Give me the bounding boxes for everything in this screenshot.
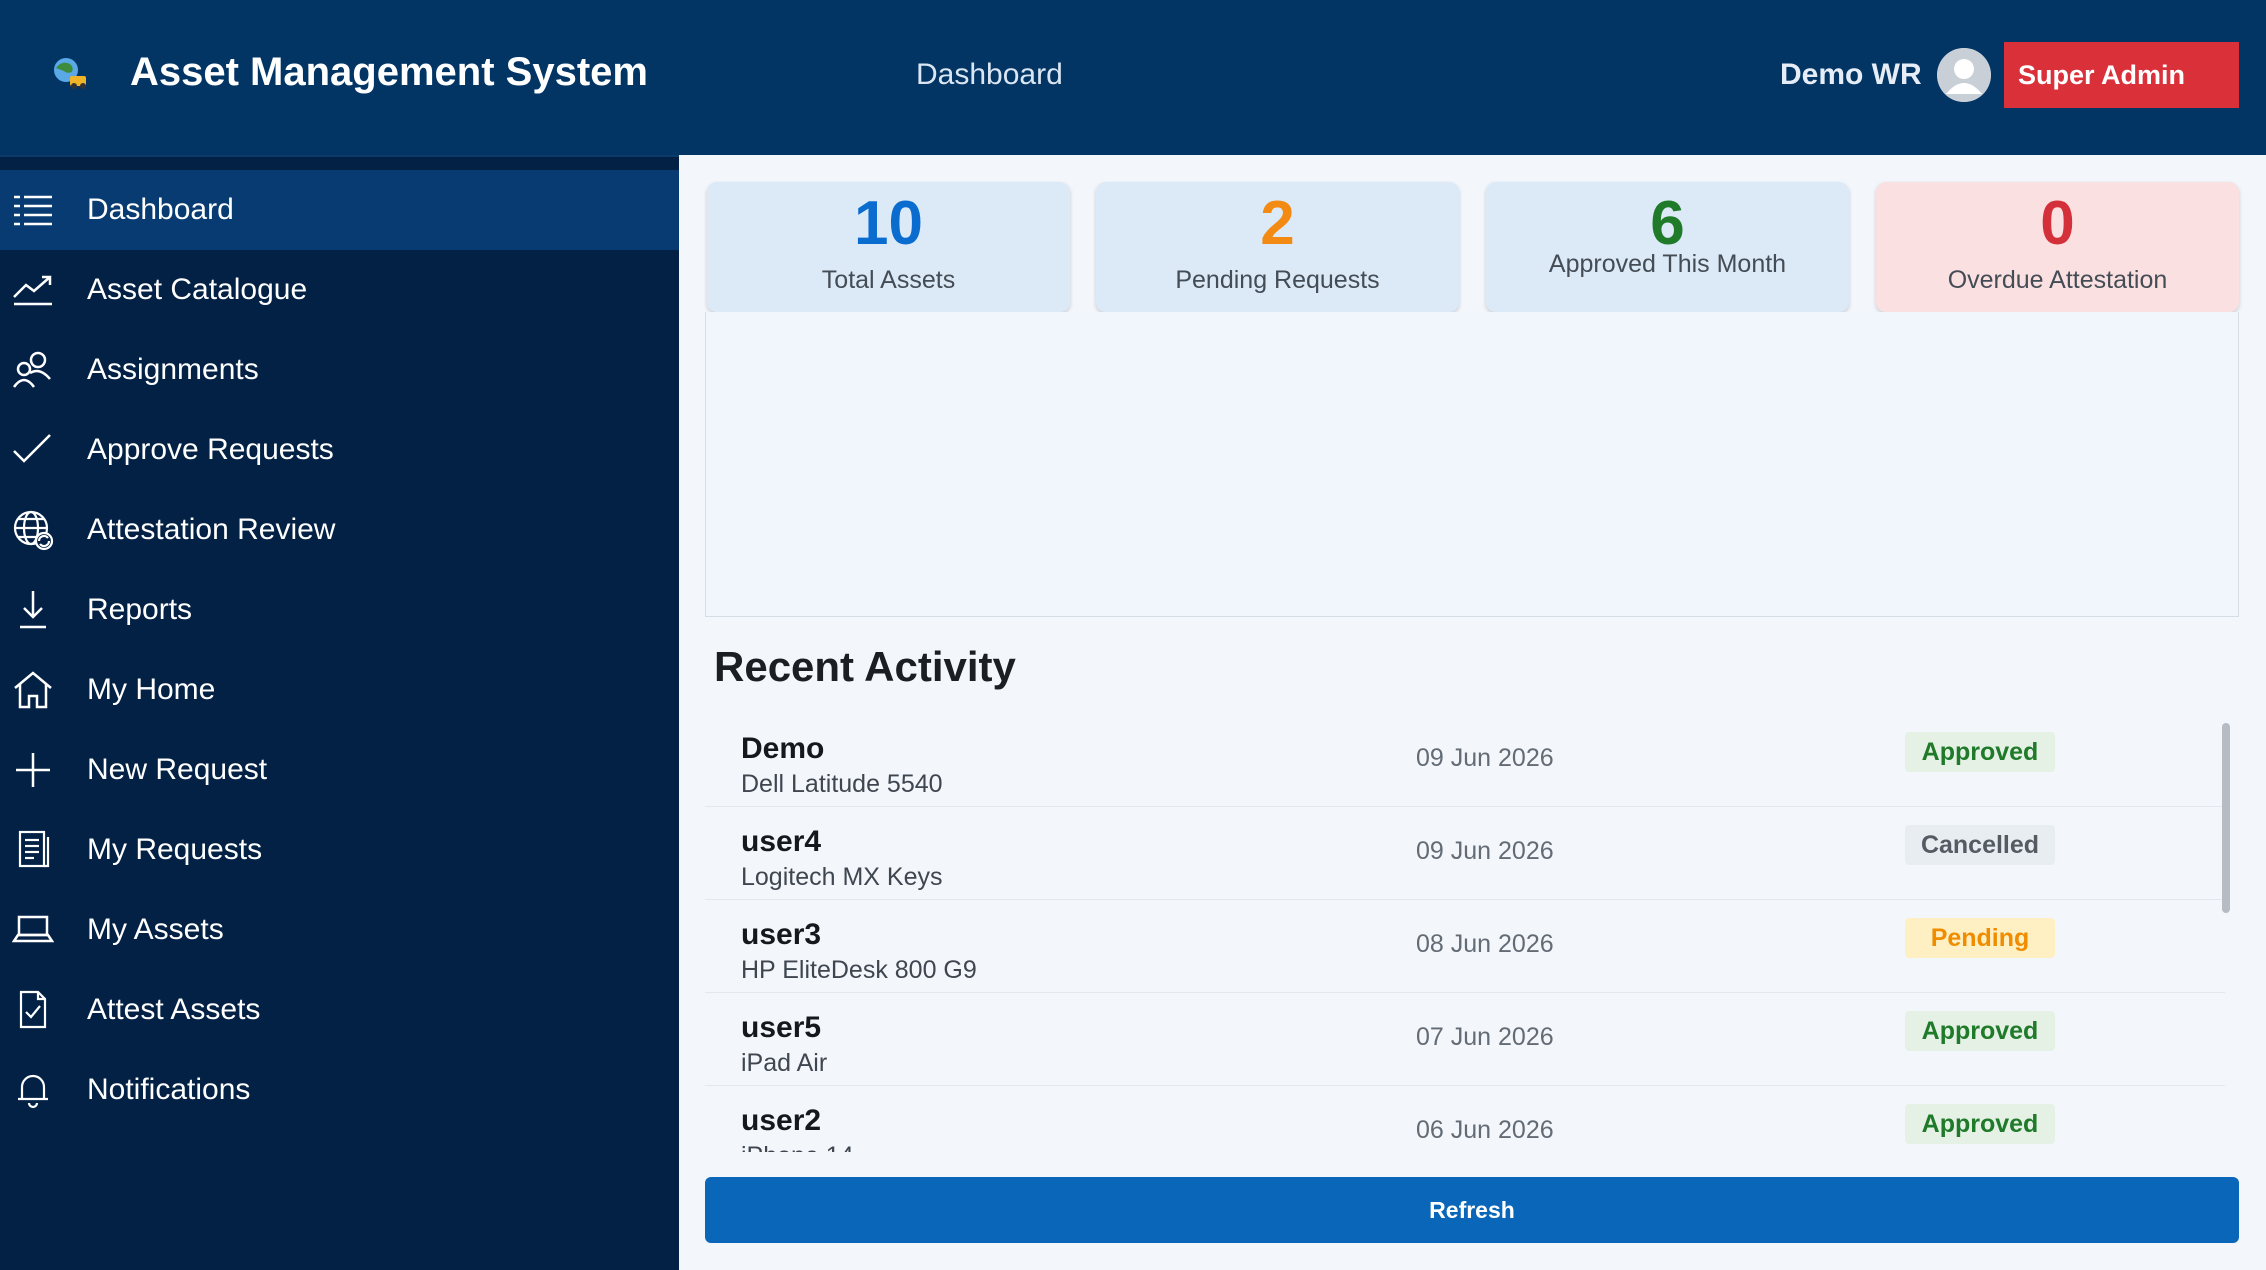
role-badge[interactable]: Super Admin (2004, 42, 2239, 108)
dashboard-panel (705, 312, 2239, 617)
activity-user: user4 (741, 825, 822, 858)
activity-date: 09 Jun 2026 (1416, 837, 1554, 865)
sidebar-item-notifications[interactable]: Notifications (0, 1050, 679, 1130)
status-badge: Approved (1905, 1011, 2055, 1051)
chart-line-icon (12, 269, 54, 311)
stat-value: 2 (1260, 189, 1295, 258)
avatar[interactable] (1937, 48, 1991, 102)
sidebar-item-my-assets[interactable]: My Assets (0, 890, 679, 970)
activity-user: user2 (741, 1104, 822, 1137)
activity-asset: iPhone 14 (741, 1142, 854, 1152)
status-badge: Pending (1905, 918, 2055, 958)
stat-label: Approved This Month (1548, 250, 1787, 278)
document-check-icon (12, 989, 54, 1031)
sidebar-item-label: My Assets (87, 913, 224, 946)
activity-asset: HP EliteDesk 800 G9 (741, 956, 977, 984)
activity-date: 06 Jun 2026 (1416, 1116, 1554, 1144)
refresh-button[interactable]: Refresh (705, 1177, 2239, 1243)
list-item[interactable]: Demo Dell Latitude 5540 09 Jun 2026 Appr… (705, 714, 2225, 807)
sidebar-item-label: My Home (87, 673, 216, 706)
stat-card-overdue-attestation[interactable]: 0 Overdue Attestation (1876, 182, 2239, 312)
check-icon (12, 429, 54, 471)
activity-user: user3 (741, 918, 822, 951)
sidebar-item-attestation-review[interactable]: Attestation Review (0, 490, 679, 570)
activity-user: user5 (741, 1011, 822, 1044)
stat-label: Total Assets (821, 266, 956, 294)
stat-value: 10 (854, 189, 923, 258)
stat-card-pending-requests[interactable]: 2 Pending Requests (1096, 182, 1459, 312)
stat-label: Pending Requests (1175, 266, 1380, 294)
sidebar-item-label: Reports (87, 593, 193, 626)
app-title: Asset Management System (130, 50, 648, 94)
plus-icon (12, 749, 54, 791)
activity-user: Demo (741, 732, 825, 765)
users-icon (12, 349, 54, 391)
list-item[interactable]: user4 Logitech MX Keys 09 Jun 2026 Cance… (705, 807, 2225, 900)
activity-date: 07 Jun 2026 (1416, 1023, 1554, 1051)
activity-asset: Dell Latitude 5540 (741, 770, 943, 798)
activity-asset: Logitech MX Keys (741, 863, 943, 891)
sidebar-item-assignments[interactable]: Assignments (0, 330, 679, 410)
sidebar-item-label: Dashboard (87, 193, 234, 226)
sidebar-item-label: Asset Catalogue (87, 273, 308, 306)
section-title: Recent Activity (714, 643, 1016, 690)
menu-list-icon (12, 189, 54, 231)
sidebar-item-label: Attest Assets (87, 993, 261, 1026)
bell-icon (12, 1069, 54, 1111)
stat-label: Overdue Attestation (1947, 266, 2168, 294)
sidebar-item-my-home[interactable]: My Home (0, 650, 679, 730)
sidebar: Dashboard Asset Catalogue Assignments Ap… (0, 155, 679, 1270)
recent-activity-list[interactable]: Demo Dell Latitude 5540 09 Jun 2026 Appr… (705, 714, 2239, 1152)
sidebar-item-label: Notifications (87, 1073, 251, 1106)
sidebar-item-attest-assets[interactable]: Attest Assets (0, 970, 679, 1050)
list-item[interactable]: user2 iPhone 14 06 Jun 2026 Approved (705, 1086, 2225, 1152)
home-icon (12, 669, 54, 711)
status-badge: Approved (1905, 732, 2055, 772)
top-bar: Asset Management System Dashboard Demo W… (0, 0, 2266, 155)
app-logo-icon (44, 52, 92, 92)
stat-value: 0 (2040, 189, 2075, 258)
list-item[interactable]: user5 iPad Air 07 Jun 2026 Approved (705, 993, 2225, 1086)
status-badge: Cancelled (1905, 825, 2055, 865)
sidebar-item-approve-requests[interactable]: Approve Requests (0, 410, 679, 490)
sidebar-item-label: Assignments (87, 353, 259, 386)
list-item[interactable]: user3 HP EliteDesk 800 G9 08 Jun 2026 Pe… (705, 900, 2225, 993)
sidebar-item-label: Attestation Review (87, 513, 336, 546)
activity-date: 08 Jun 2026 (1416, 930, 1554, 958)
status-badge: Approved (1905, 1104, 2055, 1144)
sidebar-item-my-requests[interactable]: My Requests (0, 810, 679, 890)
activity-scrollbar[interactable] (2222, 723, 2230, 913)
document-list-icon (12, 829, 54, 871)
sidebar-item-label: Approve Requests (87, 433, 334, 466)
globe-sync-icon (12, 509, 54, 551)
sidebar-item-reports[interactable]: Reports (0, 570, 679, 650)
sidebar-item-new-request[interactable]: New Request (0, 730, 679, 810)
sidebar-item-label: New Request (87, 753, 268, 786)
stat-card-approved-this-month[interactable]: 6 Approved This Month (1486, 182, 1849, 312)
download-icon (12, 589, 54, 631)
stat-card-total-assets[interactable]: 10 Total Assets (707, 182, 1070, 312)
sidebar-item-label: My Requests (87, 833, 263, 866)
activity-asset: iPad Air (741, 1049, 828, 1077)
laptop-icon (12, 909, 54, 951)
sidebar-item-dashboard[interactable]: Dashboard (0, 170, 679, 250)
activity-date: 09 Jun 2026 (1416, 744, 1554, 772)
top-nav-dashboard-link[interactable]: Dashboard (916, 58, 1063, 92)
stat-value: 6 (1650, 189, 1685, 258)
user-name[interactable]: Demo WR (1780, 58, 1922, 92)
sidebar-item-asset-catalogue[interactable]: Asset Catalogue (0, 250, 679, 330)
